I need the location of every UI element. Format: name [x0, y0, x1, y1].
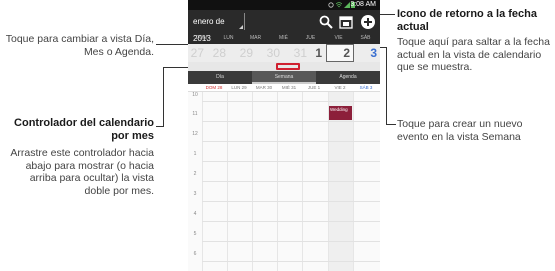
hour-label: 3 [193, 191, 197, 197]
month-day-names: DOM LUN MAR MIÉ JUE VIE SÁB [188, 34, 380, 42]
month-controller-handle[interactable] [276, 63, 300, 70]
hour-label: 5 [193, 231, 197, 237]
calendar-event[interactable]: Wedding [329, 106, 352, 120]
annotation-month-controller-title: Controlador del calendario por mes [14, 117, 154, 142]
today-icon[interactable] [338, 14, 354, 30]
grid-divider [202, 141, 380, 142]
day-name: DOM [195, 35, 208, 41]
tab-agenda[interactable]: Agenda [316, 71, 380, 84]
column-header: MAR 30 [255, 85, 273, 90]
week-column-headers: DOM 28 LUN 29 MAR 30 MIÉ 31 JUE 1 VIE 2 … [188, 84, 380, 92]
dropdown-corner-icon [239, 25, 243, 29]
column-header: VIE 2 [334, 85, 346, 90]
hour-label: 4 [193, 211, 197, 217]
column-header: DOM 28 [205, 85, 223, 90]
grid-divider [202, 101, 380, 102]
status-clock: 3:08 AM [350, 1, 376, 8]
day-name: MAR [249, 35, 262, 41]
week-date[interactable]: 1 [298, 44, 325, 62]
hour-label: 2 [193, 171, 197, 177]
hour-label: 12 [192, 131, 198, 137]
week-date[interactable]: 29 [229, 44, 256, 62]
column-header: JUE 1 [307, 85, 321, 90]
grid-divider [202, 161, 380, 162]
annotation-create-event-text: Toque para crear un nuevo evento en la v… [397, 118, 523, 143]
day-name: JUE [305, 35, 316, 41]
leader-line-add-v [386, 47, 387, 125]
tab-day[interactable]: Día [188, 71, 252, 84]
grid-divider [202, 241, 380, 242]
day-name: SÁB [360, 35, 371, 41]
day-name: VIE [334, 35, 343, 41]
calendar-event-title: Wedding [330, 107, 348, 112]
grid-divider [202, 121, 380, 122]
day-name: MIÉ [279, 35, 288, 41]
tab-week[interactable]: Semana [252, 71, 316, 84]
leader-line-change-view [156, 44, 190, 45]
column-header: SÁB 3 [359, 85, 373, 90]
annotation-month-controller: Controlador del calendario por mes Arras… [2, 117, 154, 197]
column-header: LUN 29 [231, 85, 247, 90]
annotation-change-view: Toque para cambiar a vista Día, Mes o Ag… [2, 33, 154, 58]
week-grid[interactable]: 10 11 12 1 2 3 4 5 6 Wedding [188, 92, 380, 271]
day-name: LUN [223, 35, 234, 41]
annotation-today-icon: Icono de retorno a la fecha actual Toque… [397, 8, 555, 74]
week-date-saturday[interactable]: 3 [353, 44, 380, 62]
column-header: MIÉ 31 [281, 85, 297, 90]
hour-label: 6 [193, 251, 197, 257]
view-tabs: Día Semana Agenda [188, 71, 380, 84]
week-date[interactable]: 30 [256, 44, 283, 62]
status-bar: 3:08 AM [188, 0, 380, 10]
hour-label: 10 [192, 92, 198, 98]
action-bar: enero de 2013 DOM LUN MAR MIÉ JUE VIE SÁ… [188, 10, 380, 44]
alarm-icon [328, 2, 334, 8]
search-icon[interactable] [318, 14, 334, 30]
grid-divider [202, 201, 380, 202]
today-cell[interactable]: 2 [326, 44, 354, 62]
today-date: 2 [343, 46, 350, 60]
month-controller-bar [188, 62, 380, 71]
grid-divider [202, 181, 380, 182]
annotation-create-event: Toque para crear un nuevo evento en la v… [397, 118, 555, 143]
add-icon[interactable] [360, 14, 376, 30]
annotation-today-icon-desc: Toque aquí para saltar a la fecha actual… [397, 36, 550, 73]
month-selector[interactable]: enero de 2013 [191, 13, 245, 43]
grid-divider [202, 261, 380, 262]
wifi-icon [336, 2, 342, 8]
leader-line-add-h2 [386, 124, 396, 125]
hour-label: 11 [192, 111, 198, 117]
calendar-screenshot: 3:08 AM enero de 2013 DOM LUN MAR MIÉ JU… [188, 0, 380, 271]
leader-line-controller-v [163, 67, 164, 127]
annotation-change-view-text: Toque para cambiar a vista Día, Mes o Ag… [5, 33, 154, 58]
annotation-month-controller-desc: Arrastre este controlador hacia abajo pa… [10, 147, 154, 197]
week-date[interactable]: 28 [202, 44, 229, 62]
annotation-today-icon-title: Icono de retorno a la fecha actual [397, 8, 537, 33]
hour-label: 1 [193, 151, 197, 157]
grid-divider [202, 221, 380, 222]
